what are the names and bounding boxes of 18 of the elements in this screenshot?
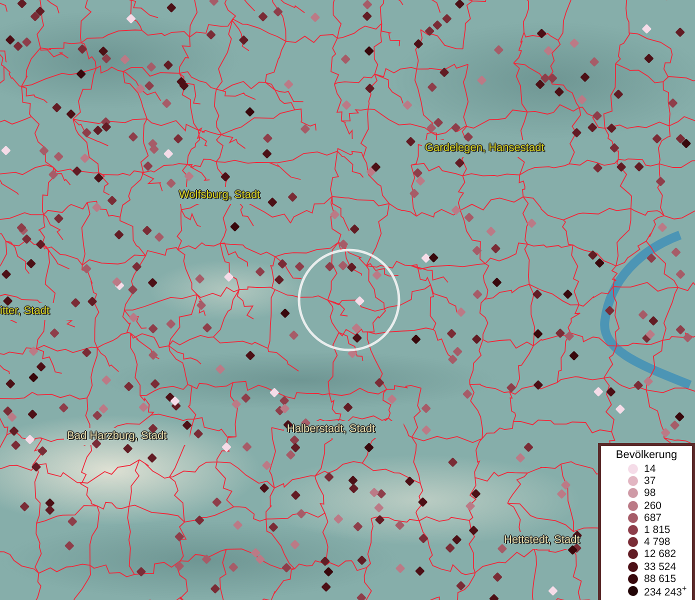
legend-label: 260 [644, 500, 662, 512]
legend-label: 37 [644, 475, 656, 488]
legend-label: 12 682 [644, 548, 676, 560]
place-label: Bad Harzburg, Stadt [67, 430, 167, 442]
legend-label: 33 524 [644, 560, 676, 573]
legend-label: 98 [644, 487, 656, 500]
legend-label: 14 [644, 463, 656, 476]
place-label: Wolfsburg, Stadt [179, 189, 260, 201]
legend-label: 4 798 [644, 536, 670, 548]
place-label: Halberstadt, Stadt [287, 423, 376, 435]
place-label: Hettstedt, Stadt [504, 534, 580, 546]
legend-label: 1 815 [644, 524, 670, 536]
legend-label: 687 [644, 512, 662, 524]
legend-label: 234 243$^{+}$ [644, 583, 687, 599]
legend-title: Bevölkerung [616, 449, 678, 461]
place-label: itter, Stadt [0, 305, 50, 317]
place-label: Gardelegen, Hansestadt [425, 142, 544, 154]
legend-label: 88 615 [644, 572, 676, 585]
